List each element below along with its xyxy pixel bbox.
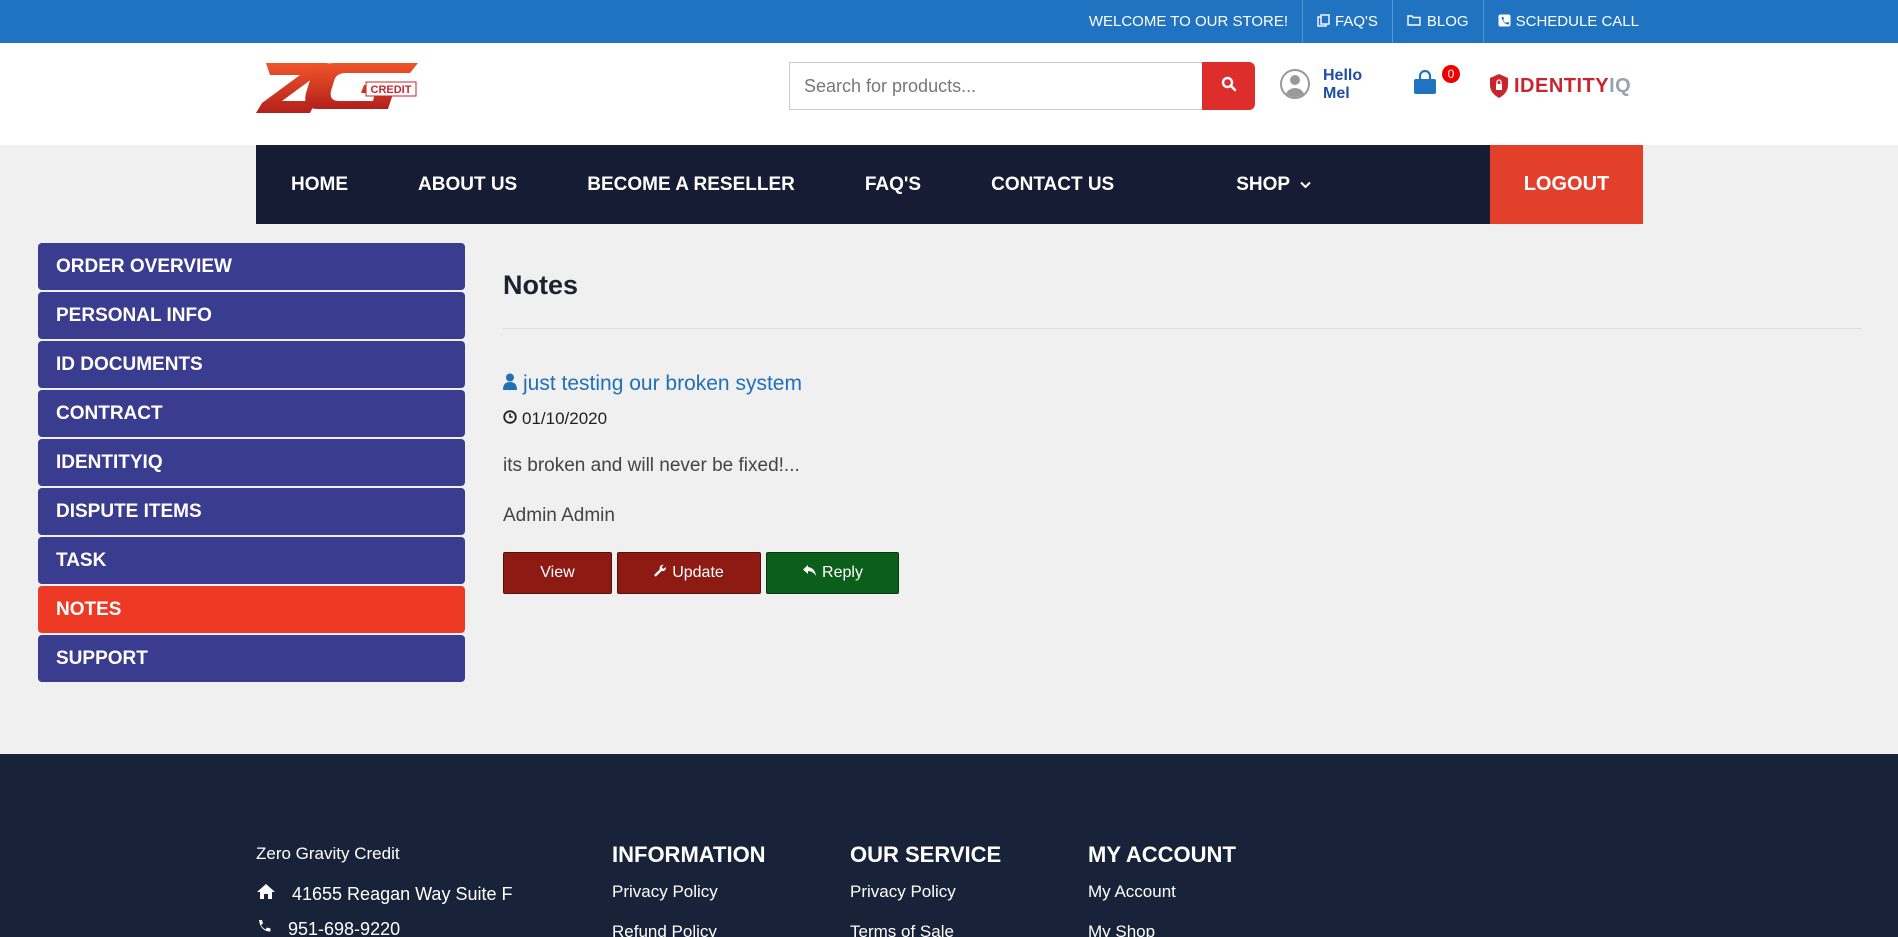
footer-link-privacy-policy[interactable]: Privacy Policy xyxy=(612,882,766,902)
faqs-link[interactable]: FAQ'S xyxy=(1302,0,1392,43)
account-sidebar: ORDER OVERVIEW PERSONAL INFO ID DOCUMENT… xyxy=(38,243,465,684)
page-title: Notes xyxy=(503,270,579,300)
sidebar-item-dispute-items[interactable]: DISPUTE ITEMS xyxy=(38,488,465,535)
view-label: View xyxy=(540,564,575,581)
footer-link-my-shop[interactable]: My Shop xyxy=(1088,922,1236,937)
top-bar: WELCOME TO OUR STORE! FAQ'S BLOG SCHEDUL… xyxy=(0,0,1898,43)
sidebar-item-task[interactable]: TASK xyxy=(38,537,465,584)
note-title-link[interactable]: just testing our broken system xyxy=(503,372,802,396)
footer-link-refund-policy[interactable]: Refund Policy xyxy=(612,922,766,937)
sidebar-item-identityiq[interactable]: IDENTITYIQ xyxy=(38,439,465,486)
chevron-down-icon xyxy=(1300,178,1311,192)
hello-text: Hello xyxy=(1323,67,1363,84)
footer-link-privacy-policy[interactable]: Privacy Policy xyxy=(850,882,1001,902)
nav-home[interactable]: HOME xyxy=(256,145,383,224)
note-author: Admin Admin xyxy=(503,505,615,526)
schedule-call-link[interactable]: SCHEDULE CALL xyxy=(1482,0,1653,43)
reply-icon xyxy=(802,564,817,582)
footer-address: 41655 Reagan Way Suite F xyxy=(256,883,512,905)
faqs-label: FAQ'S xyxy=(1335,13,1378,30)
faq-icon xyxy=(1317,13,1330,30)
wrench-icon xyxy=(654,564,667,582)
footer-phone: 951-698-9220 xyxy=(256,919,400,937)
header: CREDIT Hello Mel 0 IDENTITYIQ xyxy=(0,43,1898,145)
user-avatar-icon[interactable] xyxy=(1280,69,1310,99)
notes-content: Notes xyxy=(503,270,1861,301)
note-date-text: 01/10/2020 xyxy=(522,409,608,428)
welcome-text: WELCOME TO OUR STORE! xyxy=(1088,13,1289,30)
nav-about-us[interactable]: ABOUT US xyxy=(383,145,552,224)
footer-link-terms-of-sale[interactable]: Terms of Sale xyxy=(850,922,1001,937)
zg-credit-logo[interactable]: CREDIT xyxy=(256,61,420,115)
search-button[interactable] xyxy=(1202,62,1255,110)
footer-link-my-account[interactable]: My Account xyxy=(1088,882,1236,902)
footer-brand: Zero Gravity Credit xyxy=(256,844,400,863)
schedule-label: SCHEDULE CALL xyxy=(1515,13,1639,30)
title-divider xyxy=(503,328,1861,329)
home-icon xyxy=(256,883,276,905)
nav-become-reseller[interactable]: BECOME A RESELLER xyxy=(552,145,830,224)
footer-address-text: 41655 Reagan Way Suite F xyxy=(292,883,513,904)
footer-phone-text: 951-698-9220 xyxy=(288,919,401,937)
reply-button[interactable]: Reply xyxy=(766,552,899,594)
update-button[interactable]: Update xyxy=(617,552,761,594)
user-greeting[interactable]: Hello Mel xyxy=(1323,67,1383,103)
identity-text: IDENTITY xyxy=(1514,74,1610,97)
footer-col-title: OUR SERVICE xyxy=(850,842,1002,867)
shield-icon xyxy=(1488,73,1510,99)
cart-count-badge: 0 xyxy=(1442,65,1460,83)
footer: Zero Gravity Credit 41655 Reagan Way Sui… xyxy=(0,754,1898,937)
logo-sub-text: CREDIT xyxy=(371,84,412,96)
reply-label: Reply xyxy=(822,564,863,581)
nav-shop[interactable]: SHOP xyxy=(1201,145,1346,224)
sidebar-item-support[interactable]: SUPPORT xyxy=(38,635,465,682)
shop-label: SHOP xyxy=(1236,173,1291,195)
identityiq-logo[interactable]: IDENTITYIQ xyxy=(1488,71,1631,101)
sidebar-item-id-documents[interactable]: ID DOCUMENTS xyxy=(38,341,465,388)
logout-button[interactable]: LOGOUT xyxy=(1490,145,1643,224)
top-links: WELCOME TO OUR STORE! FAQ'S BLOG SCHEDUL… xyxy=(1075,0,1653,43)
nav-contact-us[interactable]: CONTACT US xyxy=(956,145,1149,224)
note-date: 01/10/2020 xyxy=(503,409,607,429)
footer-col-our-service: OUR SERVICE Privacy Policy Terms of Sale xyxy=(850,842,1001,937)
note-title-text: just testing our broken system xyxy=(523,372,802,395)
nav-faqs[interactable]: FAQ'S xyxy=(830,145,956,224)
footer-col-title: MY ACCOUNT xyxy=(1088,842,1236,867)
main-nav: HOME ABOUT US BECOME A RESELLER FAQ'S CO… xyxy=(256,145,1643,224)
phone-icon xyxy=(1498,14,1511,30)
phone-icon xyxy=(256,919,272,937)
footer-col-information: INFORMATION Privacy Policy Refund Policy xyxy=(612,842,766,937)
footer-col-title: INFORMATION xyxy=(612,842,766,867)
sidebar-item-notes[interactable]: NOTES xyxy=(38,586,465,633)
view-button[interactable]: View xyxy=(503,552,612,594)
cart-icon[interactable] xyxy=(1411,69,1439,97)
blog-link[interactable]: BLOG xyxy=(1391,0,1483,43)
iq-text: IQ xyxy=(1609,74,1632,97)
user-name: Mel xyxy=(1323,85,1350,102)
sidebar-item-order-overview[interactable]: ORDER OVERVIEW xyxy=(38,243,465,290)
blog-label: BLOG xyxy=(1426,13,1469,30)
sidebar-item-personal-info[interactable]: PERSONAL INFO xyxy=(38,292,465,339)
search-input[interactable] xyxy=(789,62,1203,110)
clock-icon xyxy=(503,409,517,429)
note-body: its broken and will never be fixed!... xyxy=(503,455,800,476)
search-icon xyxy=(1221,76,1237,97)
folder-icon xyxy=(1407,14,1422,29)
user-icon xyxy=(503,372,517,396)
sidebar-item-contract[interactable]: CONTRACT xyxy=(38,390,465,437)
footer-col-my-account: MY ACCOUNT My Account My Shop xyxy=(1088,842,1236,937)
update-label: Update xyxy=(672,564,724,581)
